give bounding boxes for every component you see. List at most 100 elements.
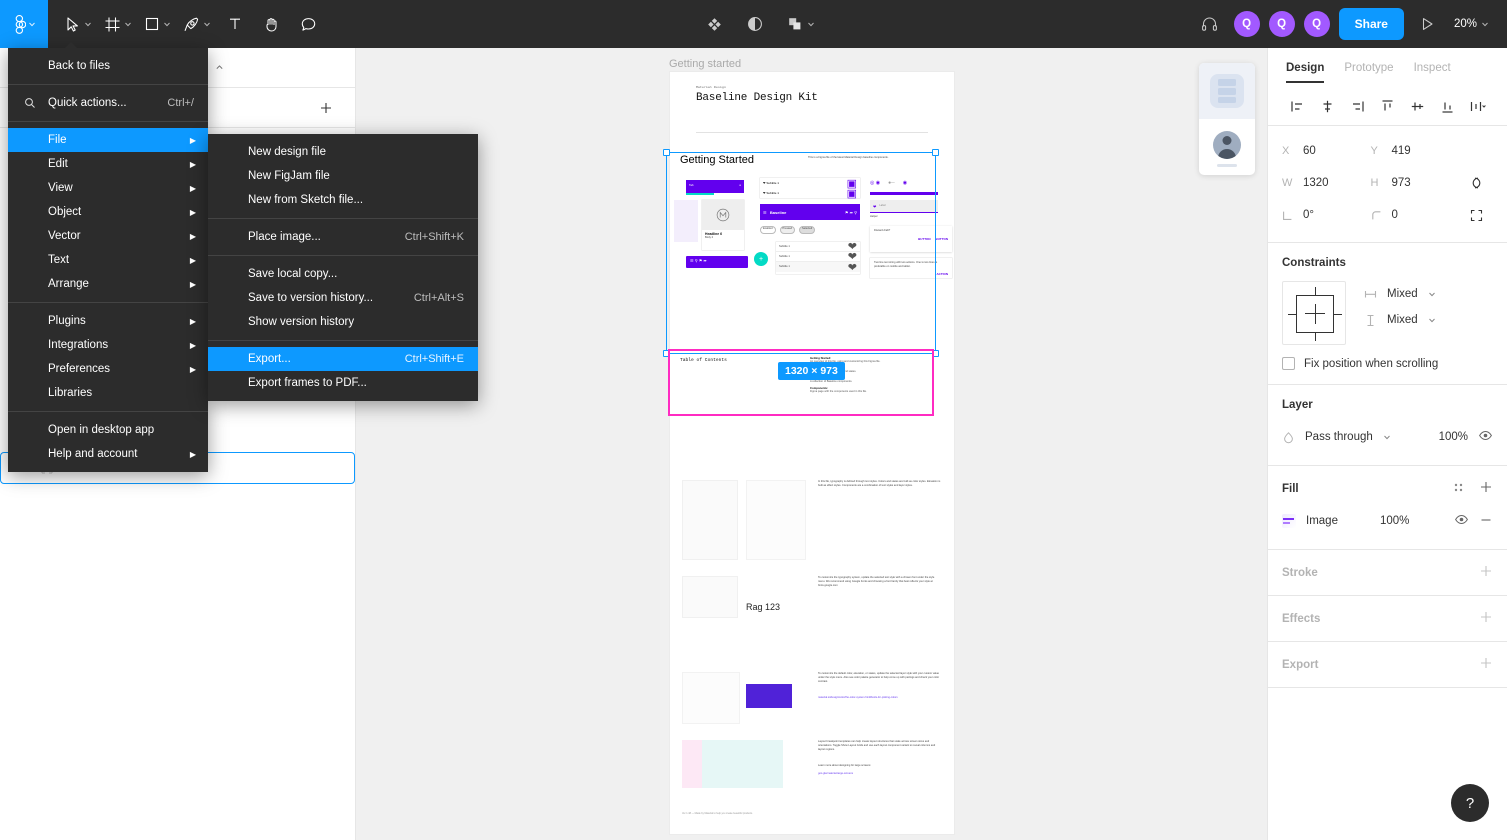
menu-item-object[interactable]: Object ▶: [8, 200, 208, 224]
resize-handle-top-right[interactable]: [932, 149, 939, 156]
chevron-down-icon: [1428, 292, 1435, 297]
menu-item-help-and-account[interactable]: Help and account ▶: [8, 442, 208, 466]
fix-position-label: Fix position when scrolling: [1304, 357, 1439, 370]
menu-item-label: New FigJam file: [248, 170, 330, 182]
tab-design[interactable]: Design: [1286, 62, 1325, 83]
menu-item-libraries[interactable]: Libraries: [8, 381, 208, 405]
add-fill-button[interactable]: [1479, 480, 1493, 497]
vertical-constraint-dropdown[interactable]: Mixed: [1364, 307, 1436, 333]
frame-tool[interactable]: [98, 0, 138, 48]
move-tool[interactable]: [58, 0, 98, 48]
menu-item-arrange[interactable]: Arrange ▶: [8, 272, 208, 296]
remove-fill-button[interactable]: [1479, 513, 1493, 530]
collaborator-avatar[interactable]: Q: [1233, 11, 1260, 37]
menu-item-new-from-sketch-file[interactable]: New from Sketch file...: [208, 188, 478, 212]
tab-prototype[interactable]: Prototype: [1344, 62, 1393, 74]
document-footer: Ver 1.48 — Made by Material to help you …: [682, 812, 753, 815]
menu-item-new-design-file[interactable]: New design file: [208, 140, 478, 164]
share-button[interactable]: Share: [1338, 8, 1404, 40]
menu-item-edit[interactable]: Edit ▶: [8, 152, 208, 176]
frame-label[interactable]: Getting started: [669, 58, 741, 70]
menu-item-preferences[interactable]: Preferences ▶: [8, 357, 208, 381]
menu-item-save-local-copy[interactable]: Save local copy...: [208, 262, 478, 286]
menu-item-open-in-desktop-app[interactable]: Open in desktop app: [8, 418, 208, 442]
horizontal-constraint-dropdown[interactable]: Mixed: [1364, 281, 1436, 307]
menu-item-view[interactable]: View ▶: [8, 176, 208, 200]
pen-tool[interactable]: [177, 0, 217, 48]
menu-separator: [8, 302, 208, 303]
width-field[interactable]: W 1320: [1282, 170, 1371, 196]
comment-tool[interactable]: [290, 0, 327, 48]
align-horizontal-center-icon[interactable]: [1312, 93, 1342, 121]
add-effect-button[interactable]: [1479, 610, 1493, 627]
fix-position-checkbox-row[interactable]: Fix position when scrolling: [1282, 357, 1493, 370]
tab-inspect[interactable]: Inspect: [1414, 62, 1451, 74]
menu-item-text[interactable]: Text ▶: [8, 248, 208, 272]
menu-item-show-version-history[interactable]: Show version history: [208, 310, 478, 334]
rotation-field[interactable]: 0°: [1282, 202, 1371, 228]
mobile-mockup-card[interactable]: [1199, 63, 1255, 175]
fix-position-checkbox[interactable]: [1282, 357, 1295, 370]
selection-box-table-of-contents[interactable]: [668, 349, 934, 416]
distribute-icon[interactable]: [1462, 93, 1492, 121]
menu-item-place-image[interactable]: Place image... Ctrl+Shift+K: [208, 225, 478, 249]
fill-image-swatch[interactable]: [1282, 514, 1296, 528]
mask-icon[interactable]: [740, 0, 770, 48]
menu-item-back-to-files[interactable]: Back to files: [8, 54, 208, 78]
independent-corners-icon[interactable]: [1459, 202, 1493, 228]
menu-item-integrations[interactable]: Integrations ▶: [8, 333, 208, 357]
align-top-icon[interactable]: [1372, 93, 1402, 121]
align-right-icon[interactable]: [1342, 93, 1372, 121]
blend-mode-value[interactable]: Pass through: [1305, 431, 1373, 443]
align-left-icon[interactable]: [1282, 93, 1312, 121]
shape-tool[interactable]: [138, 0, 177, 48]
canvas-viewport[interactable]: Getting started Material Design Baseline…: [356, 48, 1267, 840]
typography-sample: Rag 123: [746, 602, 781, 612]
proportion-lock-icon[interactable]: [1459, 170, 1493, 196]
figma-logo-icon[interactable]: [0, 0, 48, 48]
y-field[interactable]: Y 419: [1371, 138, 1460, 164]
menu-item-plugins[interactable]: Plugins ▶: [8, 309, 208, 333]
menu-item-vector[interactable]: Vector ▶: [8, 224, 208, 248]
audio-icon[interactable]: [1194, 0, 1225, 48]
rotation-icon: [1282, 210, 1295, 221]
zoom-control[interactable]: 20%: [1450, 18, 1493, 30]
text-tool[interactable]: [217, 0, 253, 48]
menu-item-export-frames-to-pdf[interactable]: Export frames to PDF...: [208, 371, 478, 395]
fill-opacity-value[interactable]: 100%: [1380, 515, 1409, 527]
present-button[interactable]: [1413, 0, 1441, 48]
menu-item-export[interactable]: Export... Ctrl+Shift+E: [208, 347, 478, 371]
fill-visibility-icon[interactable]: [1454, 512, 1469, 530]
fill-type-value[interactable]: Image: [1306, 515, 1338, 527]
align-vertical-center-icon[interactable]: [1402, 93, 1432, 121]
hand-tool[interactable]: [253, 0, 290, 48]
components-icon[interactable]: [699, 0, 730, 48]
align-bottom-icon[interactable]: [1432, 93, 1462, 121]
selection-box-getting-started[interactable]: [663, 149, 939, 357]
menu-item-label: Integrations: [48, 339, 109, 351]
chevron-down-icon: [28, 22, 35, 27]
menu-separator: [8, 411, 208, 412]
add-page-button[interactable]: [313, 95, 339, 121]
main-menu: Back to files Quick actions... Ctrl+/ File ▶…: [8, 42, 208, 472]
constraints-widget[interactable]: [1282, 281, 1346, 345]
x-field[interactable]: X 60: [1282, 138, 1371, 164]
menu-item-quick-actions[interactable]: Quick actions... Ctrl+/: [8, 91, 208, 115]
add-export-button[interactable]: [1479, 656, 1493, 673]
menu-item-file[interactable]: File ▶: [8, 128, 208, 152]
boolean-icon[interactable]: [780, 0, 821, 48]
resize-handle-top-left[interactable]: [663, 149, 670, 156]
collaborator-avatar[interactable]: Q: [1303, 11, 1330, 37]
menu-item-new-figjam-file[interactable]: New FigJam file: [208, 164, 478, 188]
collaborator-avatar[interactable]: Q: [1268, 11, 1295, 37]
layer-opacity-value[interactable]: 100%: [1439, 431, 1468, 443]
help-button[interactable]: ?: [1451, 784, 1489, 822]
menu-item-label: Save local copy...: [248, 268, 338, 280]
fill-styles-icon[interactable]: [1452, 481, 1465, 497]
corner-radius-field[interactable]: 0: [1371, 202, 1460, 228]
layer-visibility-icon[interactable]: [1478, 428, 1493, 446]
menu-item-save-to-version-history[interactable]: Save to version history... Ctrl+Alt+S: [208, 286, 478, 310]
add-stroke-button[interactable]: [1479, 564, 1493, 581]
menu-notch: [64, 42, 78, 49]
height-field[interactable]: H 973: [1371, 170, 1460, 196]
